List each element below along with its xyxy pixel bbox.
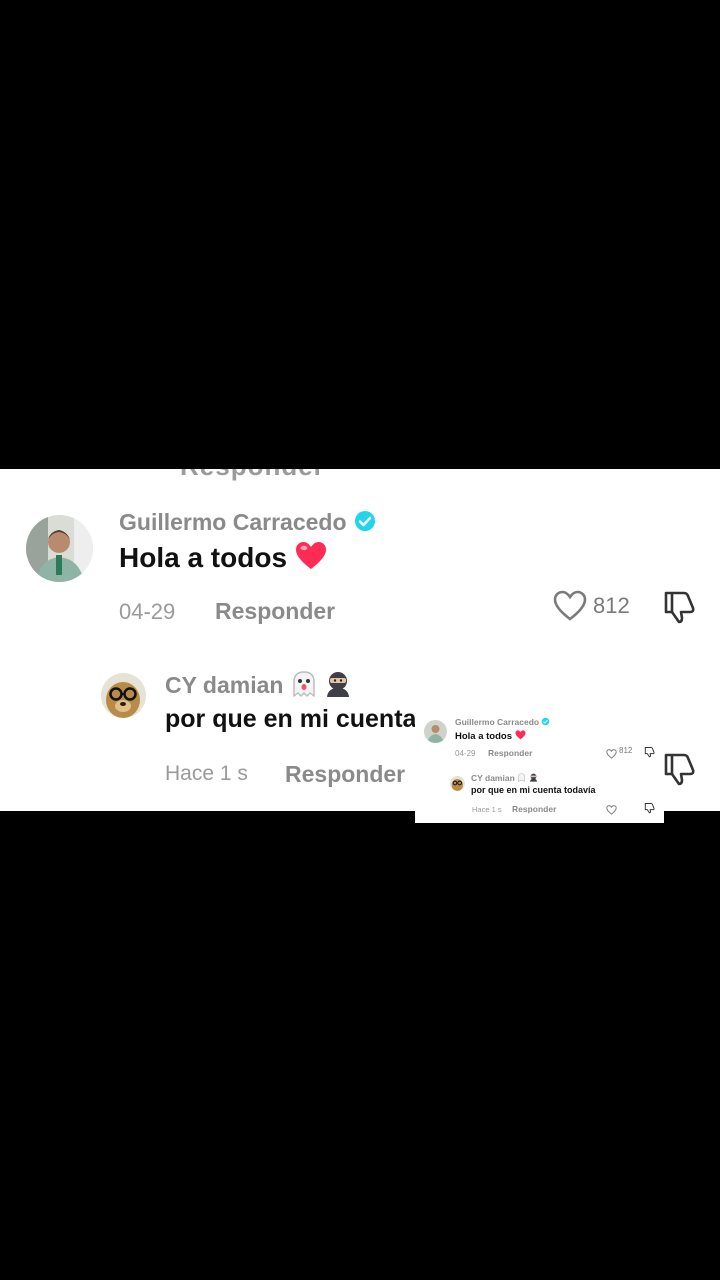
comment-username[interactable]: Guillermo Carracedo (119, 509, 377, 539)
dislike-icon[interactable] (662, 589, 696, 630)
dislike-icon (644, 745, 655, 763)
heart-icon (295, 541, 327, 578)
ghost-icon (290, 670, 318, 704)
comment-username[interactable]: CY damian (165, 670, 352, 704)
dislike-icon (644, 801, 655, 819)
username-text: Guillermo Carracedo (119, 509, 347, 536)
comment-username: CY damian (471, 773, 538, 784)
ninja-icon (529, 773, 538, 784)
avatar (424, 720, 447, 743)
reply-button[interactable]: Responder (285, 761, 405, 788)
comment-date: Hace 1 s (472, 805, 502, 814)
comment-text-value: Hola a todos (119, 541, 288, 573)
username-text: CY damian (471, 773, 515, 783)
comment-date: Hace 1 s (165, 762, 248, 785)
comment-text: por que en mi cuenta todavía (471, 785, 596, 795)
like-heart-icon (606, 746, 617, 764)
like-count: 812 (619, 746, 633, 755)
like-heart-icon[interactable] (553, 590, 587, 627)
verified-badge-icon (541, 717, 550, 728)
comment-text: Hola a todos (119, 541, 327, 578)
reply-button: Responder (488, 748, 533, 758)
cut-off-text: Responder (180, 469, 325, 482)
comment-preview-overlay: Guillermo Carracedo Hola a todos 04-29 R… (415, 703, 664, 823)
comment-text: Hola a todos (455, 730, 526, 743)
comment-text-value: Hola a todos (455, 731, 513, 743)
heart-icon (515, 730, 526, 743)
avatar (450, 776, 465, 791)
ninja-icon (324, 670, 352, 704)
like-count: 812 (593, 593, 630, 618)
avatar[interactable] (26, 515, 93, 582)
like-heart-icon (606, 802, 617, 820)
verified-badge-icon (353, 509, 377, 539)
comment-date: 04-29 (455, 749, 476, 758)
reply-button: Responder (512, 804, 557, 814)
dislike-icon[interactable] (662, 751, 696, 792)
comment-date: 04-29 (119, 599, 176, 624)
username-text: CY damian (165, 672, 284, 699)
ghost-icon (517, 773, 526, 784)
reply-button[interactable]: Responder (215, 598, 335, 625)
username-text: Guillermo Carracedo (455, 717, 540, 727)
comment-username: Guillermo Carracedo (455, 717, 550, 728)
avatar[interactable] (101, 673, 146, 718)
